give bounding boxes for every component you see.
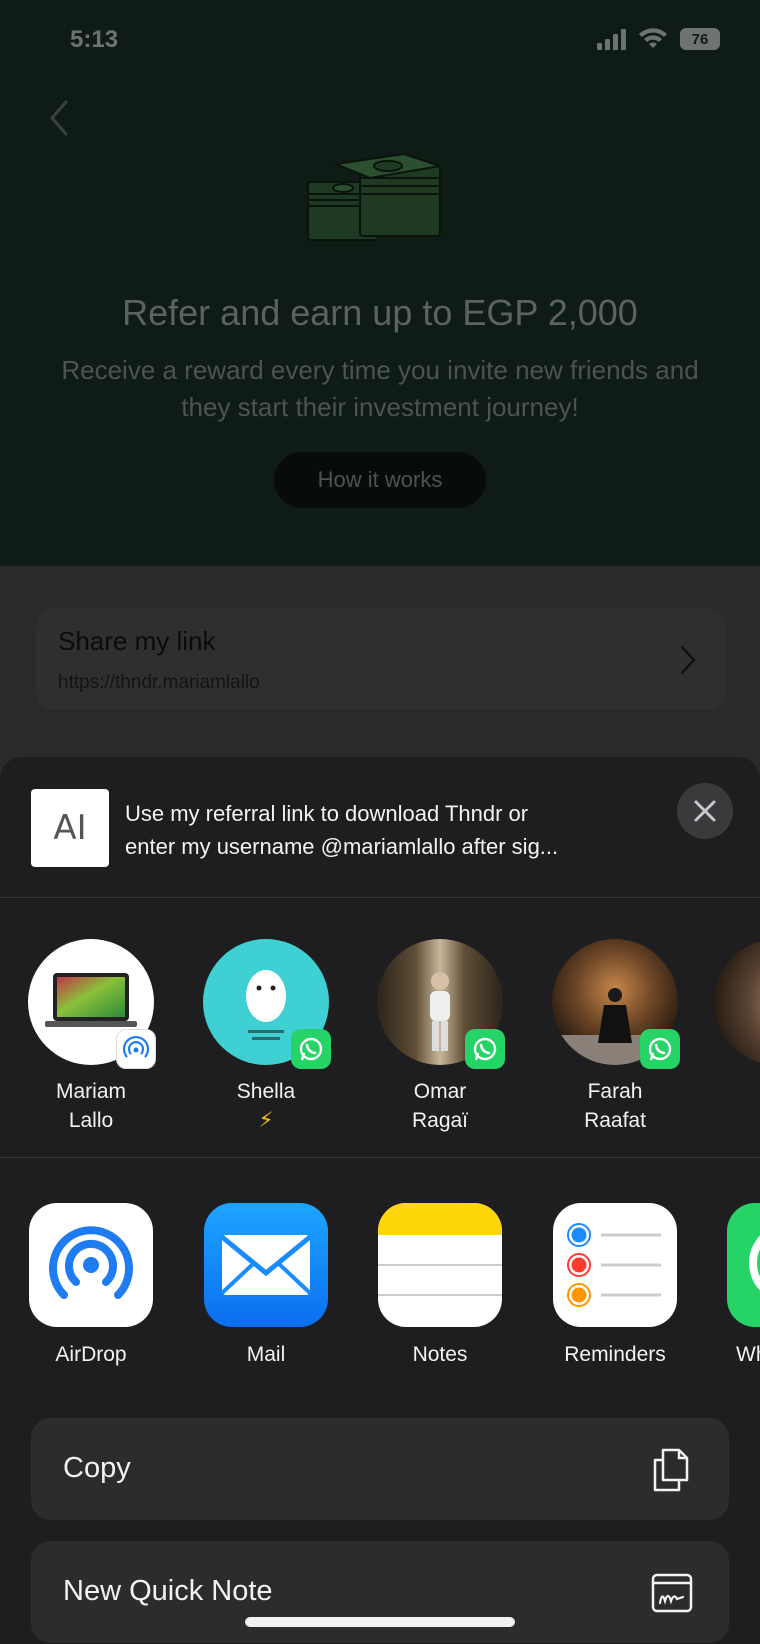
contact-name: Farah Raafat [584, 1080, 646, 1132]
mail-icon [204, 1203, 328, 1327]
close-icon [694, 800, 716, 822]
avatar [377, 939, 505, 1069]
copy-icon [653, 1448, 689, 1492]
avatar [552, 939, 680, 1069]
app-label: Notes [412, 1343, 468, 1366]
app-reminders[interactable]: Reminders [540, 1203, 690, 1367]
app-label: Wh [736, 1343, 760, 1366]
app-notes[interactable]: Notes [365, 1203, 515, 1367]
app-whatsapp[interactable]: Wh [714, 1203, 760, 1367]
laptop-icon [45, 973, 137, 1027]
airdrop-badge-icon [116, 1029, 156, 1069]
hero-section: 5:13 76 Refer and earn up to EGP 2,000 R… [0, 0, 760, 566]
ghost-sticker-icon [246, 970, 286, 1040]
share-preview-text: Use my referral link to download Thndr o… [125, 797, 625, 863]
avatar [714, 939, 760, 1065]
reminders-icon [553, 1203, 677, 1327]
app-label: Reminders [564, 1343, 666, 1366]
quick-note-icon [651, 1573, 693, 1613]
back-chevron-icon[interactable] [44, 98, 74, 138]
new-quick-note-action[interactable]: New Quick Note [31, 1541, 729, 1643]
hero-title: Refer and earn up to EGP 2,000 [122, 292, 638, 333]
airdrop-icon [29, 1203, 153, 1327]
close-button[interactable] [677, 783, 733, 839]
contact-partial[interactable] [714, 939, 760, 1065]
contact-omar-ragai[interactable]: Omar Ragaï [365, 939, 515, 1135]
chevron-right-icon [680, 645, 696, 675]
contact-farah-raafat[interactable]: Farah Raafat [540, 939, 690, 1135]
wifi-icon [639, 28, 667, 48]
status-icons: 76 [597, 28, 720, 50]
avatar [203, 939, 331, 1069]
hero-subtitle: Receive a reward every time you invite n… [61, 355, 699, 422]
contact-name: Omar Ragaï [411, 1080, 469, 1132]
share-sheet: AI Use my referral link to download Thnd… [0, 757, 760, 1644]
share-link-card[interactable]: Share my link https://thndr.mariamlallo [36, 608, 726, 710]
share-link-title: Share my link [58, 626, 216, 656]
avatar [28, 939, 156, 1069]
people-suggestions: Mariam Lallo Shella ⚡ Omar Ragaï Farah R… [0, 899, 760, 1158]
battery-icon: 76 [680, 28, 720, 50]
notes-icon [378, 1203, 502, 1327]
status-time: 5:13 [70, 26, 119, 53]
new-quick-note-label: New Quick Note [63, 1575, 273, 1607]
contact-shella[interactable]: Shella ⚡ [191, 939, 341, 1135]
share-link-url: https://thndr.mariamlallo [58, 672, 260, 693]
app-airdrop[interactable]: AirDrop [16, 1203, 166, 1367]
copy-label: Copy [63, 1452, 131, 1484]
share-preview-line-2: enter my username @mariamlallo after sig… [125, 834, 559, 859]
share-preview-line-1: Use my referral link to download Thndr o… [125, 801, 529, 826]
how-it-works-button[interactable]: How it works [274, 452, 486, 508]
app-mail[interactable]: Mail [191, 1203, 341, 1367]
home-indicator[interactable] [245, 1617, 515, 1627]
contact-mariam-lallo[interactable]: Mariam Lallo [16, 939, 166, 1135]
copy-action[interactable]: Copy [31, 1418, 729, 1520]
text-document-icon: AI [31, 789, 109, 867]
app-label: Mail [246, 1343, 286, 1366]
whatsapp-icon [727, 1203, 760, 1327]
whatsapp-badge-icon [465, 1029, 505, 1069]
contact-name: Shella ⚡ [236, 1080, 296, 1132]
money-stack-icon [307, 152, 441, 241]
app-label: AirDrop [55, 1343, 127, 1366]
app-suggestions: AirDrop Mail Notes Reminders W [0, 1159, 760, 1419]
whatsapp-badge-icon [291, 1029, 331, 1069]
share-sheet-header: AI Use my referral link to download Thnd… [0, 757, 760, 898]
contact-name: Mariam Lallo [55, 1080, 126, 1132]
whatsapp-badge-icon [640, 1029, 680, 1069]
cellular-signal-icon [597, 28, 626, 50]
